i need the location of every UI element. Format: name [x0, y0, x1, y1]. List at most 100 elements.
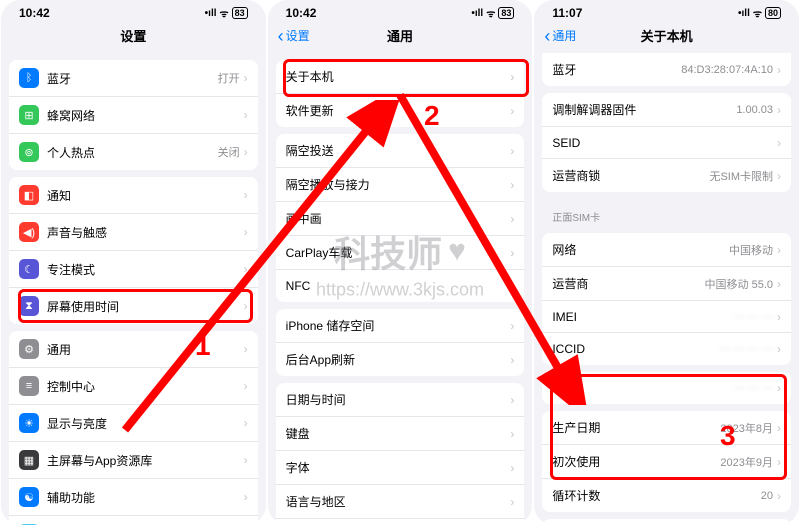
row-label: IMEI [552, 310, 734, 324]
settings-row[interactable]: 调制解调器固件1.00.03› [542, 93, 791, 127]
row-label: 字体 [286, 459, 511, 476]
wifi-icon: ᯤ [753, 6, 762, 20]
settings-row[interactable]: IMEI··· ··· ··· › [542, 301, 791, 333]
settings-row[interactable]: 键盘› [276, 417, 525, 451]
settings-row[interactable]: 生产日期2023年8月› [542, 411, 791, 445]
title-bar: 设置 [1, 22, 266, 53]
settings-row[interactable]: 词典› [276, 519, 525, 525]
settings-row[interactable]: ᛒ蓝牙打开› [9, 60, 258, 97]
chevron-right-icon: › [244, 71, 248, 85]
signal-icon: •ıll [738, 8, 750, 19]
settings-row[interactable]: 语言与地区› [276, 485, 525, 519]
settings-row[interactable]: ☀显示与亮度› [9, 405, 258, 442]
settings-row[interactable]: ◧通知› [9, 177, 258, 214]
settings-row[interactable]: 网络中国移动› [542, 233, 791, 267]
moon-icon: ☾ [19, 259, 39, 279]
page-title: 通用 [387, 26, 413, 45]
settings-group: 日期与时间›键盘›字体›语言与地区›词典› [276, 383, 525, 525]
general-list[interactable]: 关于本机›软件更新›隔空投送›隔空播放与接力›画中画›CarPlay车载›NFC… [268, 53, 533, 525]
chevron-right-icon: › [777, 381, 781, 395]
bluetooth-icon: ᛒ [19, 68, 39, 88]
battery-icon: 83 [232, 7, 248, 19]
settings-row[interactable]: ☾专注模式› [9, 251, 258, 288]
settings-row[interactable]: 软件更新› [276, 94, 525, 127]
settings-row[interactable]: 运营商中国移动 55.0› [542, 267, 791, 301]
row-value: 关闭 [218, 144, 240, 160]
row-value: 1.00.03 [736, 104, 773, 116]
settings-group: 证书信任设置› [542, 519, 791, 525]
chevron-right-icon: › [510, 495, 514, 509]
settings-row[interactable]: IMEI2··· ··· ···› [542, 372, 791, 404]
settings-row[interactable]: CarPlay车载› [276, 236, 525, 270]
settings-group: 生产日期2023年8月›初次使用2023年9月›循环计数20› [542, 411, 791, 512]
settings-row[interactable]: ☯辅助功能› [9, 479, 258, 516]
chevron-right-icon: › [244, 225, 248, 239]
row-label: 调制解调器固件 [552, 101, 736, 118]
settings-row[interactable]: 隔空投送› [276, 134, 525, 168]
row-label: 循环计数 [552, 487, 760, 504]
settings-row[interactable]: 循环计数20› [542, 479, 791, 512]
signal-icon: •ıll [471, 8, 483, 19]
chevron-right-icon: › [244, 145, 248, 159]
settings-row[interactable]: 初次使用2023年9月› [542, 445, 791, 479]
row-value: 2023年9月 [720, 454, 773, 470]
settings-row[interactable]: 隔空播放与接力› [276, 168, 525, 202]
settings-row[interactable]: ≡控制中心› [9, 368, 258, 405]
settings-row[interactable]: 画中画› [276, 202, 525, 236]
row-label: 蓝牙 [47, 70, 218, 87]
settings-list[interactable]: ᛒ蓝牙打开›⊞蜂窝网络›⊚个人热点关闭›◧通知›◀)声音与触感›☾专注模式›⧗屏… [1, 53, 266, 525]
settings-group: ᛒ蓝牙打开›⊞蜂窝网络›⊚个人热点关闭› [9, 60, 258, 170]
chevron-right-icon: › [777, 310, 781, 324]
phone-about: 11:07 •ıll ᯤ 80 通用 关于本机 蓝牙84:D3:28:07:4A… [534, 0, 799, 525]
settings-row[interactable]: ▦主屏幕与App资源库› [9, 442, 258, 479]
settings-row[interactable]: ❀墙纸› [9, 516, 258, 525]
settings-row[interactable]: 日期与时间› [276, 383, 525, 417]
settings-row[interactable]: 运营商锁无SIM卡限制› [542, 159, 791, 192]
chevron-right-icon: › [510, 393, 514, 407]
settings-group: 网络中国移动›运营商中国移动 55.0›IMEI··· ··· ···›ICCI… [542, 233, 791, 365]
chevron-right-icon: › [510, 144, 514, 158]
section-header: 正面SIM卡 [534, 199, 799, 226]
settings-row[interactable]: ◀)声音与触感› [9, 214, 258, 251]
person-icon: ☯ [19, 487, 39, 507]
chevron-right-icon: › [510, 279, 514, 293]
row-value: 20 [761, 490, 773, 502]
title-bar: 设置 通用 [268, 22, 533, 53]
settings-row[interactable]: ⧗屏幕使用时间› [9, 288, 258, 324]
row-value: 84:D3:28:07:4A:10 [681, 64, 773, 76]
row-label: 运营商 [552, 275, 704, 292]
wifi-icon: ᯤ [486, 6, 495, 20]
settings-group: 调制解调器固件1.00.03›SEID›运营商锁无SIM卡限制› [542, 93, 791, 192]
settings-row[interactable]: 字体› [276, 451, 525, 485]
status-bar: 11:07 •ıll ᯤ 80 [534, 0, 799, 22]
battery-icon: 80 [765, 7, 781, 19]
row-value: 中国移动 [729, 242, 773, 258]
row-label: 语言与地区 [286, 493, 511, 510]
settings-row[interactable]: ICCID··· ··· ··· ···› [542, 333, 791, 365]
chevron-right-icon: › [244, 490, 248, 504]
settings-row[interactable]: 关于本机› [276, 60, 525, 94]
about-list[interactable]: 蓝牙84:D3:28:07:4A:10›调制解调器固件1.00.03›SEID›… [534, 53, 799, 525]
settings-group: 蓝牙84:D3:28:07:4A:10› [542, 53, 791, 86]
time: 10:42 [286, 6, 317, 20]
back-button[interactable]: 设置 [278, 27, 310, 44]
settings-row[interactable]: 证书信任设置› [542, 519, 791, 525]
back-button[interactable]: 通用 [544, 27, 576, 44]
settings-row[interactable]: SEID› [542, 127, 791, 159]
row-value: ··· ··· ··· [734, 311, 773, 323]
settings-row[interactable]: 后台App刷新› [276, 343, 525, 376]
settings-row[interactable]: ⊚个人热点关闭› [9, 134, 258, 170]
row-label: 关于本机 [286, 68, 511, 85]
chevron-right-icon: › [244, 416, 248, 430]
row-label: 主屏幕与App资源库 [47, 452, 244, 469]
settings-row[interactable]: iPhone 储存空间› [276, 309, 525, 343]
settings-row[interactable]: ⚙通用› [9, 331, 258, 368]
chevron-right-icon: › [777, 342, 781, 356]
settings-row[interactable]: NFC› [276, 270, 525, 302]
row-label: 隔空播放与接力 [286, 176, 511, 193]
settings-row[interactable]: 蓝牙84:D3:28:07:4A:10› [542, 53, 791, 86]
settings-group: 关于本机›软件更新› [276, 60, 525, 127]
settings-group: ◧通知›◀)声音与触感›☾专注模式›⧗屏幕使用时间› [9, 177, 258, 324]
settings-row[interactable]: ⊞蜂窝网络› [9, 97, 258, 134]
row-value: 2023年8月 [720, 420, 773, 436]
